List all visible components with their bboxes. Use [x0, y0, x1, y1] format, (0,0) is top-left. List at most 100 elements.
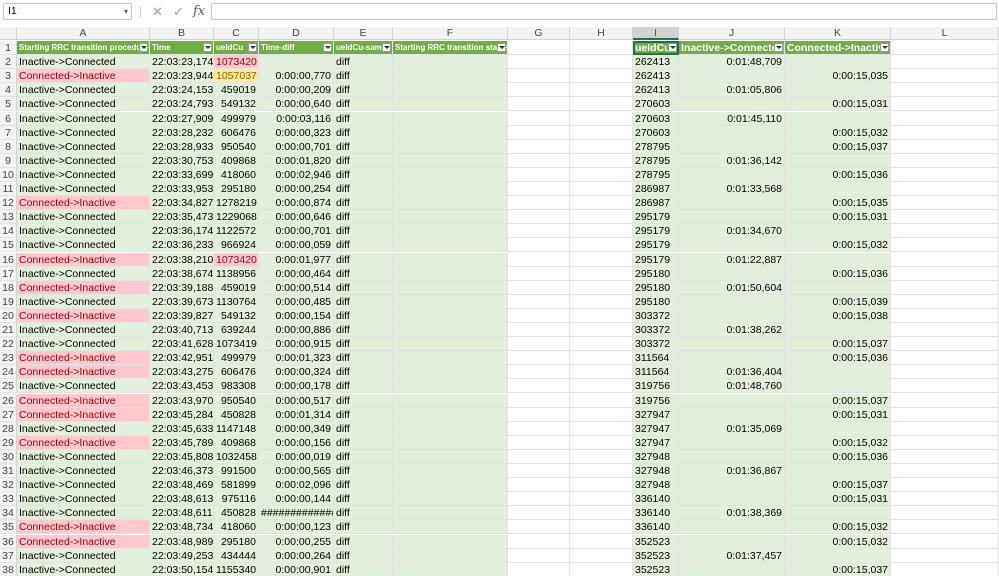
empty-cell[interactable]: [891, 182, 999, 197]
table-header-e[interactable]: ueIdCu-same: [334, 41, 393, 56]
cell-ueidcu[interactable]: 639244: [214, 323, 259, 338]
table-header-b[interactable]: Time: [150, 41, 214, 56]
cell-inactive-to-connected[interactable]: [679, 167, 785, 182]
cell-ueidcu-pivot[interactable]: 352523: [633, 548, 679, 563]
empty-cell[interactable]: [570, 210, 633, 225]
empty-cell[interactable]: [570, 196, 633, 211]
empty-cell[interactable]: [891, 153, 999, 168]
empty-cell[interactable]: [508, 506, 570, 521]
row-header[interactable]: 11: [0, 182, 17, 197]
cell-ueidcu-pivot[interactable]: 327948: [633, 449, 679, 464]
cell-connected-to-inactive[interactable]: 0:00:15,036: [785, 167, 891, 182]
empty-cell[interactable]: [570, 337, 633, 352]
cell-time[interactable]: 22:03:48,613: [150, 492, 214, 507]
cell-connected-to-inactive[interactable]: [785, 280, 891, 295]
name-box[interactable]: I1 ▾: [3, 3, 132, 20]
cell-procedure[interactable]: Connected->Inactive: [17, 534, 150, 549]
cell-ueidcu[interactable]: 1138956: [214, 266, 259, 281]
cell-ueidcu-pivot[interactable]: 295180: [633, 266, 679, 281]
cell-inactive-to-connected[interactable]: [679, 69, 785, 84]
cell-ueidcu-same[interactable]: diff: [334, 308, 393, 323]
cell-time-diff[interactable]: 0:00:01,314: [259, 407, 334, 422]
cell-ueidcu-same[interactable]: diff: [334, 210, 393, 225]
cell-inactive-to-connected[interactable]: [679, 210, 785, 225]
cell-ueidcu[interactable]: 606476: [214, 365, 259, 380]
empty-cell[interactable]: [891, 351, 999, 366]
row-header[interactable]: 34: [0, 506, 17, 521]
cell-transition-status[interactable]: [393, 492, 508, 507]
row-header[interactable]: 37: [0, 548, 17, 563]
empty-cell[interactable]: [570, 506, 633, 521]
empty-cell[interactable]: [508, 534, 570, 549]
column-header-h[interactable]: H: [570, 27, 633, 40]
filter-dropdown-icon[interactable]: [382, 43, 391, 52]
cell-inactive-to-connected[interactable]: [679, 407, 785, 422]
cell-transition-status[interactable]: [393, 238, 508, 253]
cell-time-diff[interactable]: 0:00:00,019: [259, 449, 334, 464]
cell-time-diff[interactable]: 0:00:00,059: [259, 238, 334, 253]
cell-time[interactable]: 22:03:48,989: [150, 534, 214, 549]
cell-inactive-to-connected[interactable]: [679, 478, 785, 493]
row-header[interactable]: 38: [0, 562, 17, 576]
cell-ueidcu[interactable]: 549132: [214, 97, 259, 112]
cell-time[interactable]: 22:03:39,188: [150, 280, 214, 295]
cell-connected-to-inactive[interactable]: 0:00:15,031: [785, 97, 891, 112]
empty-cell[interactable]: [570, 167, 633, 182]
cell-ueidcu-pivot[interactable]: 327948: [633, 464, 679, 479]
cell-ueidcu[interactable]: 499979: [214, 351, 259, 366]
cell-ueidcu[interactable]: 1229068: [214, 210, 259, 225]
cell-time-diff[interactable]: 0:00:00,123: [259, 520, 334, 535]
cell-transition-status[interactable]: [393, 210, 508, 225]
empty-cell[interactable]: [570, 238, 633, 253]
cell-connected-to-inactive[interactable]: [785, 365, 891, 380]
cell-ueidcu-pivot[interactable]: 311564: [633, 351, 679, 366]
cell-procedure[interactable]: Inactive->Connected: [17, 492, 150, 507]
cell-time-diff[interactable]: 0:00:00,485: [259, 294, 334, 309]
cell-time-diff[interactable]: 0:00:00,565: [259, 464, 334, 479]
insert-function-icon[interactable]: fx: [193, 4, 205, 19]
cell-ueidcu-pivot[interactable]: 295180: [633, 294, 679, 309]
empty-cell[interactable]: [570, 421, 633, 436]
cell-transition-status[interactable]: [393, 308, 508, 323]
cell-ueidcu-pivot[interactable]: 286987: [633, 196, 679, 211]
empty-cell[interactable]: [508, 478, 570, 493]
cell-inactive-to-connected[interactable]: [679, 238, 785, 253]
cell-time-diff[interactable]: 0:00:00,514: [259, 280, 334, 295]
cell-procedure[interactable]: Inactive->Connected: [17, 506, 150, 521]
cell-ueidcu[interactable]: 434444: [214, 548, 259, 563]
empty-cell[interactable]: [570, 125, 633, 140]
cell-time-diff[interactable]: 0:00:00,144: [259, 492, 334, 507]
cell-ueidcu[interactable]: 409868: [214, 153, 259, 168]
cell-time[interactable]: 22:03:34,827: [150, 196, 214, 211]
cell-transition-status[interactable]: [393, 323, 508, 338]
cell-procedure[interactable]: Inactive->Connected: [17, 182, 150, 197]
empty-cell[interactable]: [570, 266, 633, 281]
cell-transition-status[interactable]: [393, 464, 508, 479]
row-header[interactable]: 25: [0, 379, 17, 394]
cell-time[interactable]: 22:03:24,793: [150, 97, 214, 112]
empty-cell[interactable]: [891, 492, 999, 507]
cell-transition-status[interactable]: [393, 97, 508, 112]
cell-time[interactable]: 22:03:35,473: [150, 210, 214, 225]
cell-time-diff[interactable]: 0:00:00,349: [259, 421, 334, 436]
cell-inactive-to-connected[interactable]: [679, 393, 785, 408]
filter-dropdown-icon[interactable]: [497, 43, 506, 52]
row-header[interactable]: 29: [0, 435, 17, 450]
cell-ueidcu-same[interactable]: diff: [334, 83, 393, 98]
empty-cell[interactable]: [891, 464, 999, 479]
cell-inactive-to-connected[interactable]: [679, 97, 785, 112]
table-header-d[interactable]: Time-diff: [259, 41, 334, 56]
column-header-l[interactable]: L: [891, 27, 999, 40]
cell-ueidcu-pivot[interactable]: 270603: [633, 111, 679, 126]
empty-cell[interactable]: [508, 182, 570, 197]
cell-connected-to-inactive[interactable]: [785, 111, 891, 126]
empty-cell[interactable]: [891, 252, 999, 267]
cell-time-diff[interactable]: 0:00:01,977: [259, 252, 334, 267]
cell-ueidcu-same[interactable]: diff: [334, 280, 393, 295]
empty-cell[interactable]: [891, 224, 999, 239]
empty-cell[interactable]: [570, 55, 633, 70]
cell-ueidcu[interactable]: 1278219: [214, 196, 259, 211]
cell-ueidcu[interactable]: 418060: [214, 520, 259, 535]
column-header-k[interactable]: K: [785, 27, 891, 40]
row-header[interactable]: 12: [0, 196, 17, 211]
